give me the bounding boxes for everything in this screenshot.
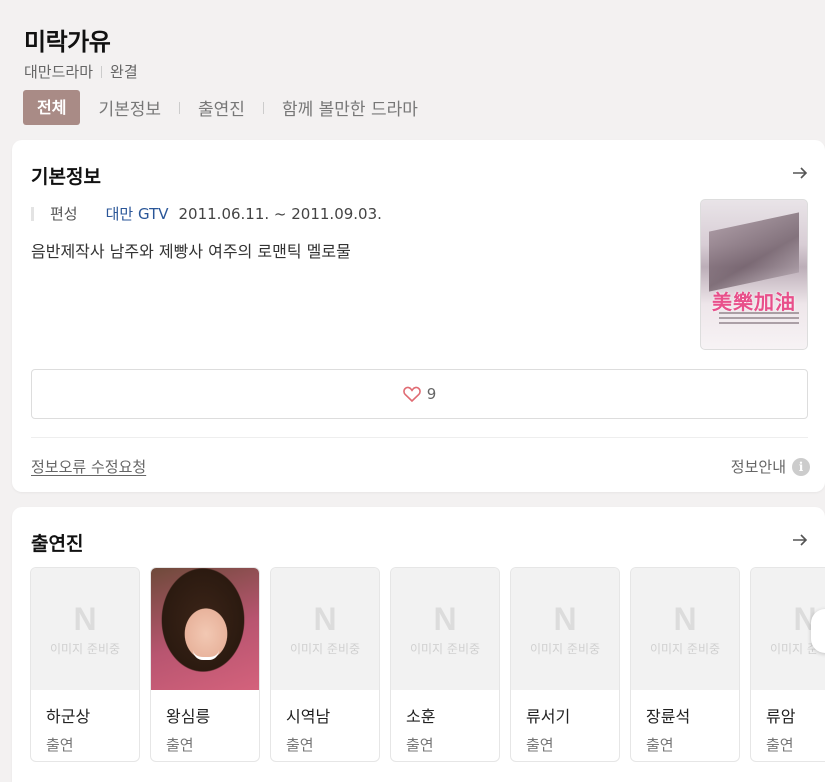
cast-photo — [151, 568, 259, 690]
info-guide-label: 정보안내 — [730, 458, 786, 476]
cast-name: 장륜석 — [646, 707, 691, 726]
placeholder-text: 이미지 준비중 — [649, 641, 721, 656]
placeholder-image: N 이미지 준비중 — [631, 568, 739, 690]
cast-item[interactable]: N 이미지 준비중 시역남 출연 — [270, 567, 380, 762]
cast-role: 출연 — [766, 736, 794, 754]
placeholder-logo: N — [433, 600, 457, 637]
like-button[interactable]: 9 — [31, 369, 808, 419]
drama-meta: 대만드라마 완결 — [24, 61, 138, 82]
placeholder-text: 이미지 준비중 — [49, 641, 121, 656]
page-title: 미락가유 — [24, 28, 111, 56]
cast-role: 출연 — [166, 736, 194, 754]
poster-artwork — [709, 212, 799, 292]
heart-icon — [402, 386, 421, 402]
cast-name: 시역남 — [286, 707, 331, 726]
divider — [31, 437, 808, 438]
placeholder-text: 이미지 준비중 — [409, 641, 481, 656]
tab-recommendations[interactable]: 함께 볼만한 드라마 — [276, 95, 424, 120]
cast-name: 하군상 — [46, 707, 91, 726]
cast-role: 출연 — [646, 736, 674, 754]
basic-info-card: 기본정보 편성 대만 GTV 2011.06.11. ~ 2011.09.03.… — [12, 140, 825, 492]
label-marker — [31, 206, 34, 221]
broadcast-info: 편성 대만 GTV 2011.06.11. ~ 2011.09.03. — [31, 203, 382, 224]
tab-divider — [179, 101, 181, 114]
genre-label: 대만드라마 — [24, 63, 94, 81]
like-count: 9 — [426, 385, 437, 403]
placeholder-image: N 이미지 준비중 — [271, 568, 379, 690]
placeholder-image: N 이미지 준비중 — [31, 568, 139, 690]
cast-item[interactable]: N 이미지 준비중 하군상 출연 — [30, 567, 140, 762]
poster-caption — [719, 312, 799, 327]
cast-item[interactable]: N 이미지 준비중 류서기 출연 — [510, 567, 620, 762]
cast-title[interactable]: 출연진 — [31, 529, 83, 556]
cast-name: 소훈 — [406, 707, 436, 726]
basic-info-title[interactable]: 기본정보 — [31, 162, 101, 189]
arrow-right-icon[interactable] — [791, 164, 809, 182]
cast-item[interactable]: 왕심릉 출연 — [150, 567, 260, 762]
drama-header: 미락가유 대만드라마 완결 전체 기본정보 출연진 함께 볼만한 드라마 — [0, 0, 825, 140]
broadcast-period: 2011.06.11. ~ 2011.09.03. — [178, 204, 382, 223]
meta-divider — [101, 65, 103, 78]
channel-link[interactable]: 대만 GTV — [106, 203, 169, 224]
cast-name: 류서기 — [526, 707, 571, 726]
placeholder-logo: N — [553, 600, 577, 637]
cast-role: 출연 — [406, 736, 434, 754]
placeholder-text: 이미지 준비중 — [289, 641, 361, 656]
cast-role: 출연 — [46, 736, 74, 754]
tab-bar: 전체 기본정보 출연진 함께 볼만한 드라마 — [23, 90, 424, 125]
synopsis: 음반제작사 남주와 제빵사 여주의 로맨틱 멜로물 — [31, 242, 351, 261]
placeholder-image: N 이미지 준비중 — [511, 568, 619, 690]
tab-all[interactable]: 전체 — [23, 90, 81, 125]
cast-role: 출연 — [286, 736, 314, 754]
placeholder-logo: N — [673, 600, 697, 637]
cast-item[interactable]: N 이미지 준비중 소훈 출연 — [390, 567, 500, 762]
placeholder-logo: N — [313, 600, 337, 637]
cast-card: 출연진 N 이미지 준비중 하군상 출연 왕심릉 출연 N 이미지 준비중 시역… — [12, 507, 825, 782]
poster-title: 美樂加油 — [712, 290, 796, 314]
placeholder-image: N 이미지 준비중 — [391, 568, 499, 690]
placeholder-text: 이미지 준비중 — [529, 641, 601, 656]
drama-poster[interactable]: 美樂加油 — [700, 199, 808, 350]
cast-role: 출연 — [526, 736, 554, 754]
cast-item[interactable]: N 이미지 준비중 류암 출연 — [750, 567, 825, 762]
placeholder-logo: N — [73, 600, 97, 637]
photo-detail — [193, 650, 219, 660]
status-label: 완결 — [110, 63, 138, 81]
cast-list: N 이미지 준비중 하군상 출연 왕심릉 출연 N 이미지 준비중 시역남 출연… — [30, 567, 825, 762]
broadcast-label: 편성 — [50, 205, 78, 223]
tab-basic-info[interactable]: 기본정보 — [92, 95, 167, 120]
arrow-right-icon[interactable] — [791, 531, 809, 549]
info-icon: i — [792, 457, 810, 476]
info-guide-button[interactable]: 정보안내 i — [731, 456, 810, 477]
cast-name: 류암 — [766, 707, 796, 726]
cast-item[interactable]: N 이미지 준비중 장륜석 출연 — [630, 567, 740, 762]
tab-divider — [262, 101, 264, 114]
report-error-link[interactable]: 정보오류 수정요청 — [31, 456, 146, 477]
carousel-next-button[interactable] — [811, 609, 825, 653]
tab-cast[interactable]: 출연진 — [192, 95, 251, 120]
cast-name: 왕심릉 — [166, 707, 211, 726]
